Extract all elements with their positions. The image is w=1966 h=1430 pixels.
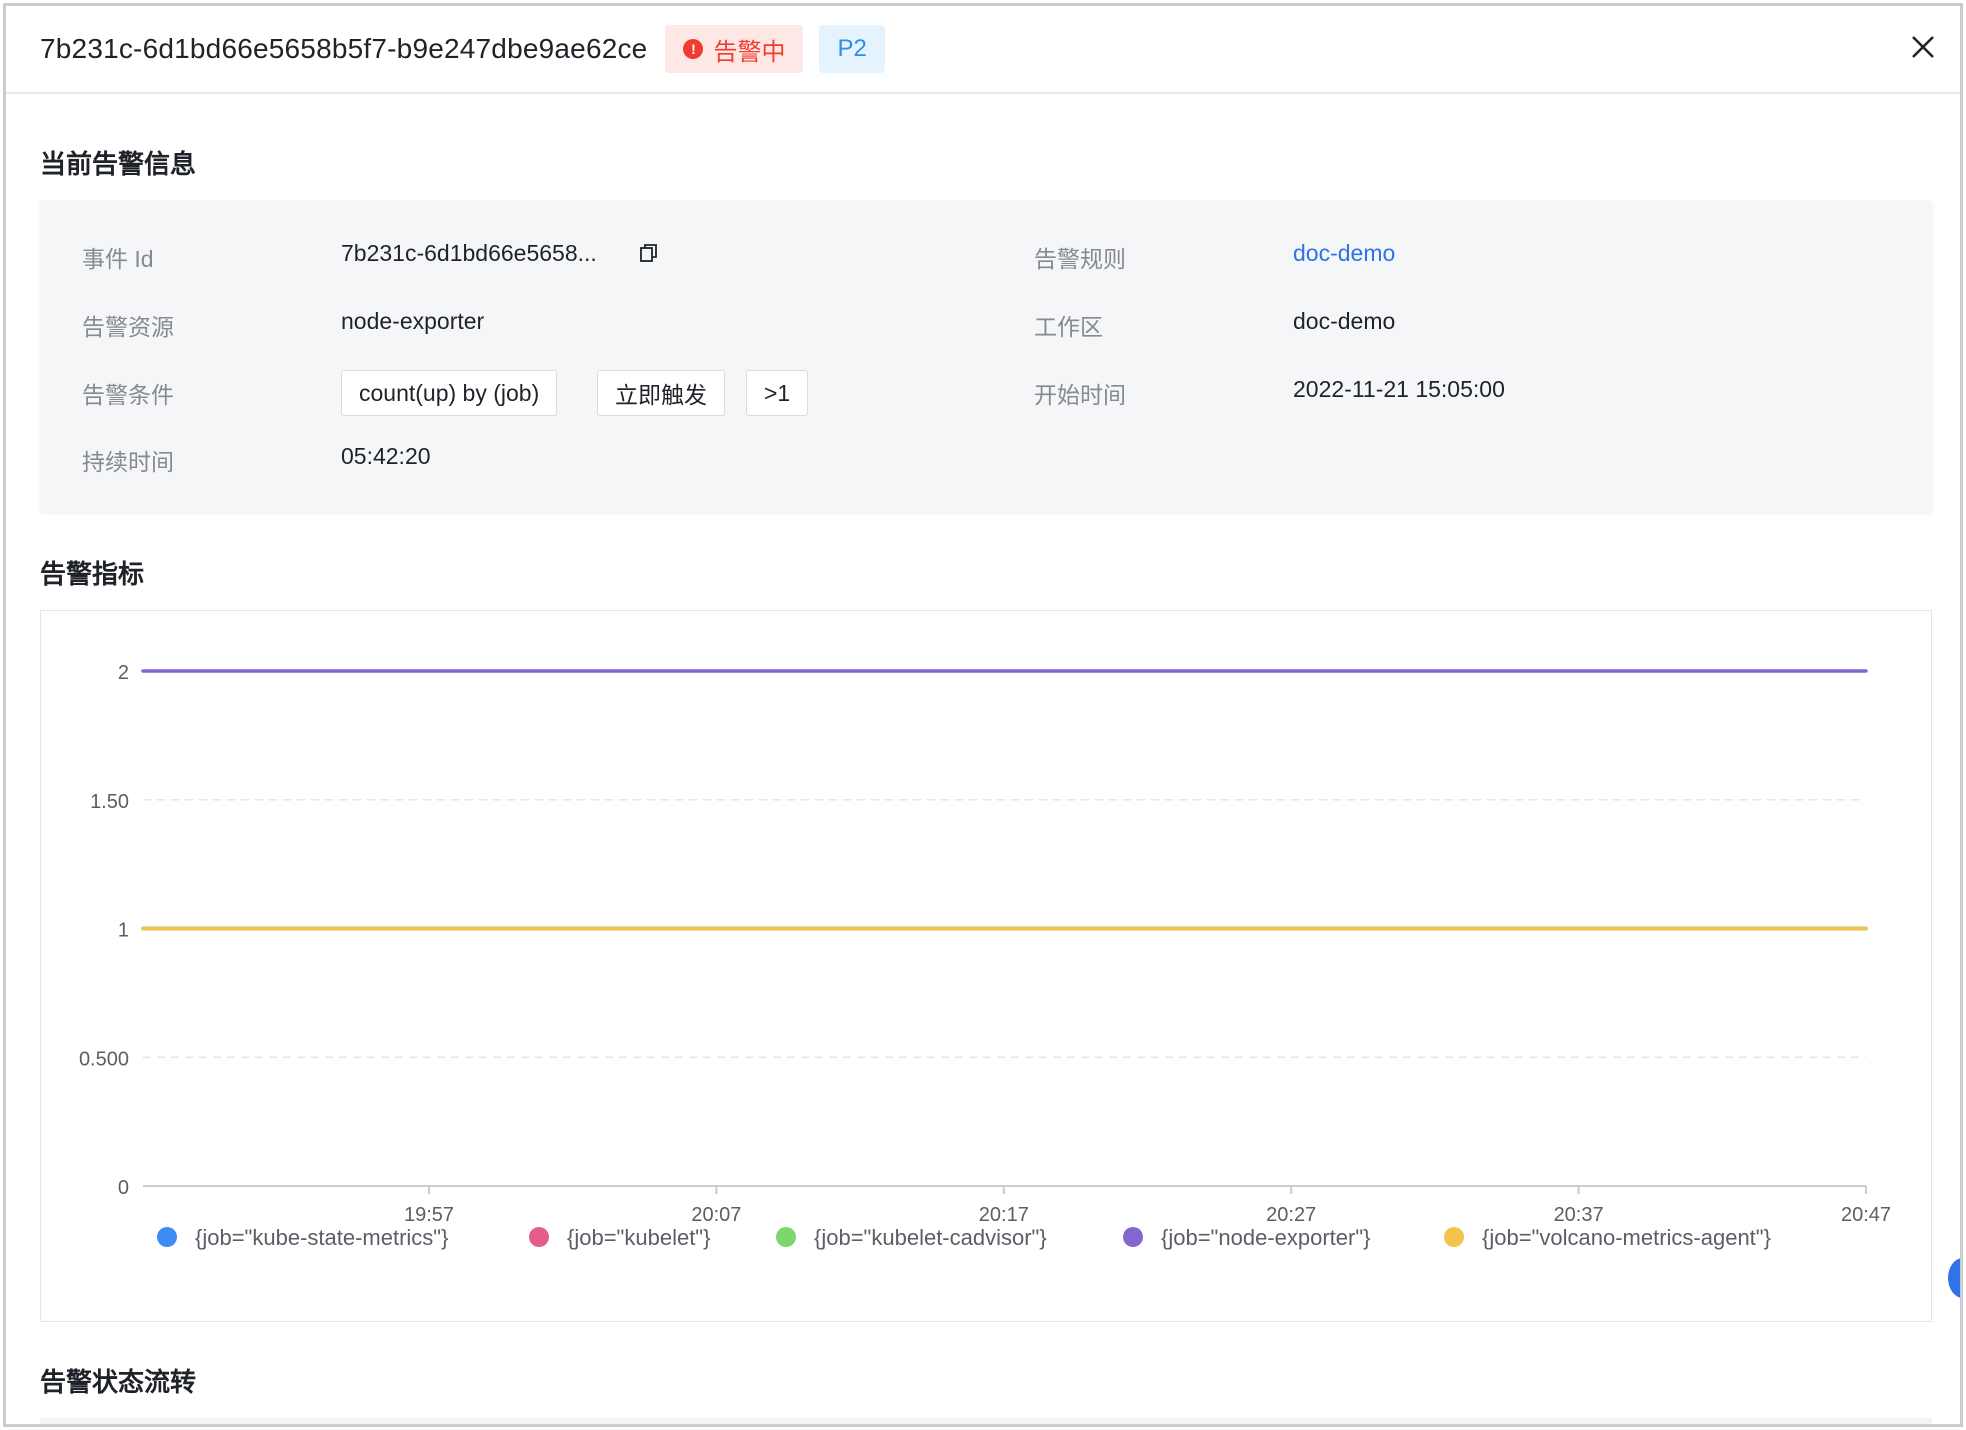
section-title-metrics: 告警指标 <box>40 559 145 589</box>
rule-link[interactable]: doc-demo <box>1293 240 1395 267</box>
condition-trigger-chip: 立即触发 <box>597 370 725 416</box>
x-tick-label: 19:57 <box>404 1204 454 1226</box>
y-tick-label: 1.50 <box>90 791 129 813</box>
legend-marker <box>1444 1227 1464 1247</box>
condition-label: 告警条件 <box>82 382 174 408</box>
section-title-status-flow: 告警状态流转 <box>40 1367 197 1397</box>
alert-event-title: 7b231c-6d1bd66e5658b5f7-b9e247dbe9ae62ce <box>40 33 648 64</box>
x-tick-label: 20:17 <box>979 1204 1029 1226</box>
legend-marker <box>776 1227 796 1247</box>
close-icon[interactable] <box>1908 32 1938 62</box>
exclamation-icon: ! <box>683 39 704 59</box>
metrics-chart-container: 0 0.500 1 1.50 2 19:57 20:07 20:17 20:27 20:37 20:… <box>40 610 1932 1322</box>
legend-label: {job="kubelet"} <box>567 1225 710 1250</box>
level-badge: P2 <box>819 25 885 73</box>
status-badge: ! 告警中 <box>665 25 804 73</box>
side-float-button[interactable] <box>1948 1258 1960 1298</box>
legend-marker <box>1123 1227 1143 1247</box>
x-tick-label: 20:27 <box>1266 1204 1316 1226</box>
legend-marker <box>529 1227 549 1247</box>
x-tick-label: 20:47 <box>1841 1204 1891 1226</box>
x-tick-label: 20:37 <box>1554 1204 1604 1226</box>
alert-detail-drawer: 7b231c-6d1bd66e5658b5f7-b9e247dbe9ae62ce… <box>3 3 1963 1427</box>
y-tick-label: 1 <box>118 920 129 942</box>
copy-icon[interactable] <box>638 242 660 264</box>
x-tick-label: 20:07 <box>691 1204 741 1226</box>
legend-label: {job="node-exporter"} <box>1161 1225 1371 1250</box>
source-value: node-exporter <box>341 308 485 334</box>
y-tick-label: 0 <box>118 1177 129 1199</box>
legend-label: {job="kube-state-metrics"} <box>195 1225 448 1250</box>
start-time-label: 开始时间 <box>1034 382 1126 408</box>
y-tick-label: 2 <box>118 662 129 684</box>
drawer-header: 7b231c-6d1bd66e5658b5f7-b9e247dbe9ae62ce… <box>6 6 1960 94</box>
alert-info-panel: 事件 Id 7b231c-6d1bd66e5658... 告警规则 doc-de… <box>40 200 1932 512</box>
duration-label: 持续时间 <box>82 449 174 475</box>
legend-marker <box>157 1227 177 1247</box>
workspace-label: 工作区 <box>1034 314 1103 340</box>
event-id-value: 7b231c-6d1bd66e5658... <box>341 240 597 266</box>
legend-label: {job="kubelet-cadvisor"} <box>814 1225 1047 1250</box>
condition-threshold-chip: >1 <box>746 370 809 416</box>
start-time-value: 2022-11-21 15:05:00 <box>1293 376 1505 402</box>
section-title-current-info: 当前告警信息 <box>40 149 197 179</box>
rule-label: 告警规则 <box>1034 246 1126 272</box>
workspace-value: doc-demo <box>1293 308 1396 334</box>
status-flow-panel <box>40 1418 1932 1424</box>
metrics-line-chart: 0 0.500 1 1.50 2 19:57 20:07 20:17 20:27 20:37 20:… <box>79 662 1891 1250</box>
condition-expression-chip: count(up) by (job) <box>341 370 558 416</box>
source-label: 告警资源 <box>82 314 174 340</box>
status-badge-label: 告警中 <box>713 38 786 66</box>
y-tick-label: 0.500 <box>79 1048 129 1070</box>
legend-label: {job="volcano-metrics-agent"} <box>1482 1225 1771 1250</box>
duration-value: 05:42:20 <box>341 443 431 469</box>
event-id-label: 事件 Id <box>82 246 154 272</box>
